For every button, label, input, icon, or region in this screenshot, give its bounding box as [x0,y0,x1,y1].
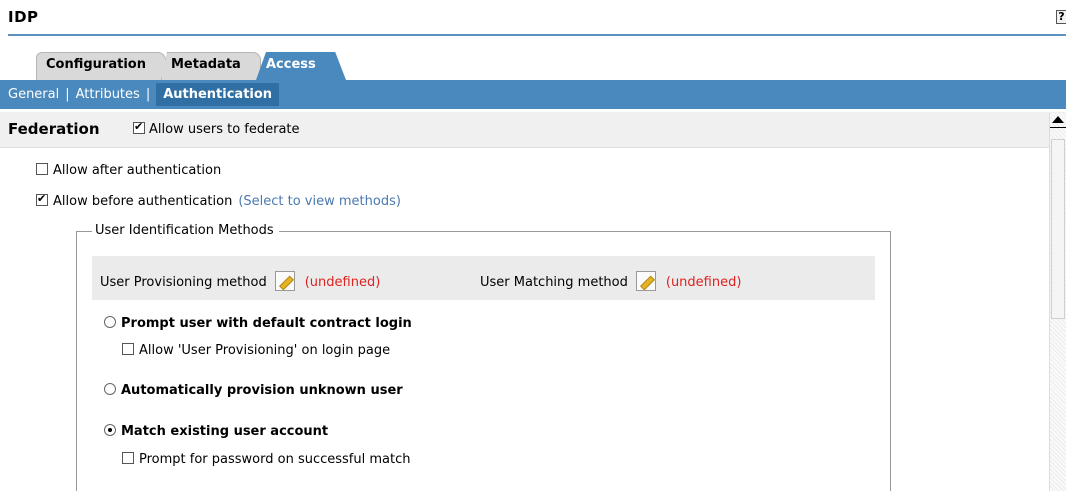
prompt-password-label: Prompt for password on successful match [139,452,411,467]
prompt-password-checkbox[interactable] [122,452,134,464]
matching-method-value: (undefined) [665,275,742,290]
prompt-default-login-label: Prompt user with default contract login [121,316,412,331]
scroll-divider [1050,127,1066,128]
scroll-up-arrow-icon[interactable] [1052,116,1064,123]
subnav-authentication[interactable]: Authentication [156,83,280,106]
subnav-attributes[interactable]: Attributes [76,87,140,102]
after-auth-label: Allow after authentication [53,163,222,178]
before-auth-label: Allow before authentication [53,194,233,209]
match-existing-radio[interactable] [104,424,116,436]
vertical-scrollbar[interactable] [1049,113,1066,491]
allow-federate-option: Allow users to federate [133,120,300,137]
subnav-separator: | [145,87,151,102]
subnav-general[interactable]: General [8,87,59,102]
prompt-default-login-radio[interactable] [104,316,116,328]
after-auth-checkbox[interactable] [36,163,48,175]
methods-bar: User Provisioning method (undefined) User… [92,256,875,300]
matching-method: User Matching method (undefined) [480,271,741,291]
auto-provision-option: Automatically provision unknown user [104,383,403,398]
select-methods-link[interactable]: (Select to view methods) [238,194,401,209]
allow-provisioning-label: Allow 'User Provisioning' on login page [139,343,391,358]
match-existing-option: Match existing user account [104,424,328,439]
tab-metadata[interactable]: Metadata [161,52,261,80]
page-title: IDP [8,8,39,26]
allow-provisioning-checkbox[interactable] [122,343,134,355]
help-button[interactable]: ? [1056,10,1066,24]
allow-federate-checkbox[interactable] [133,120,145,134]
before-auth-checkbox[interactable] [36,192,48,206]
prompt-default-login-option: Prompt user with default contract login [104,316,412,331]
provisioning-method: User Provisioning method (undefined) [100,271,380,291]
federation-title: Federation [8,120,100,138]
scrollbar-thumb[interactable] [1051,139,1065,319]
fieldset-legend: User Identification Methods [92,223,279,238]
edit-provisioning-pencil-icon[interactable] [274,271,295,291]
auto-provision-label: Automatically provision unknown user [121,383,403,398]
allow-federate-label: Allow users to federate [149,122,300,137]
provisioning-method-value: (undefined) [304,275,381,290]
provisioning-method-label: User Provisioning method [100,275,267,290]
tab-access[interactable]: Access [256,52,346,80]
edit-matching-pencil-icon[interactable] [635,271,656,291]
allow-provisioning-option: Allow 'User Provisioning' on login page [122,343,390,358]
match-existing-label: Match existing user account [121,424,329,439]
prompt-password-option: Prompt for password on successful match [122,452,410,467]
matching-method-label: User Matching method [480,275,628,290]
title-divider [8,34,1066,36]
federation-header: Federation Allow users to federate [0,112,1066,148]
tab-configuration[interactable]: Configuration [36,52,166,80]
after-auth-option: Allow after authentication [36,163,221,178]
subnav-bar: General | Attributes | Authentication [0,80,1066,109]
auto-provision-radio[interactable] [104,383,116,395]
subnav-separator: | [65,87,70,102]
before-auth-option: Allow before authentication (Select to vi… [36,192,401,209]
